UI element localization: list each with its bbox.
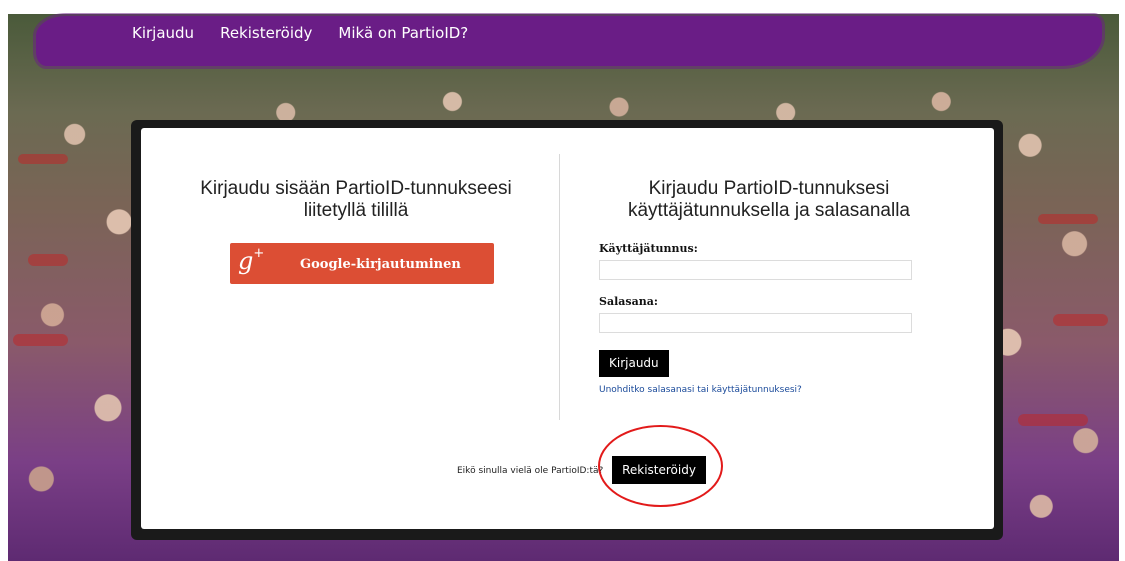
- nav-register-link[interactable]: Rekisteröidy: [220, 24, 312, 42]
- register-button[interactable]: Rekisteröidy: [612, 456, 706, 484]
- photo-detail: [1053, 314, 1108, 326]
- credentials-login-title: Kirjaudu PartioID-tunnuksesi käyttäjätun…: [599, 178, 939, 222]
- credentials-login-title-line2: käyttäjätunnuksella ja salasanalla: [627, 200, 910, 221]
- google-plus-icon: g+: [238, 246, 265, 275]
- login-card: Kirjaudu sisään PartioID-tunnukseesi lii…: [141, 128, 994, 529]
- username-label: Käyttäjätunnus:: [599, 242, 698, 255]
- photo-detail: [13, 334, 68, 346]
- google-login-label: Google-kirjautuminen: [300, 257, 461, 272]
- login-button[interactable]: Kirjaudu: [599, 350, 669, 377]
- nav-about-link[interactable]: Mikä on PartioID?: [338, 24, 468, 42]
- register-row: Eikö sinulla vielä ole PartioID:tä? Reki…: [141, 456, 994, 486]
- social-login-title-line2: liitetyllä tilillä: [303, 200, 409, 221]
- photo-detail: [1018, 414, 1088, 426]
- username-input[interactable]: [599, 260, 912, 280]
- photo-detail: [1038, 214, 1098, 224]
- column-divider: [559, 154, 560, 420]
- social-login-title-line1: Kirjaudu sisään PartioID-tunnukseesi: [200, 178, 512, 199]
- photo-detail: [18, 154, 68, 164]
- password-label: Salasana:: [599, 295, 658, 308]
- top-nav: Kirjaudu Rekisteröidy Mikä on PartioID?: [132, 24, 468, 42]
- password-input[interactable]: [599, 313, 912, 333]
- no-account-text: Eikö sinulla vielä ole PartioID:tä?: [457, 466, 604, 476]
- nav-login-link[interactable]: Kirjaudu: [132, 24, 194, 42]
- forgot-credentials-link[interactable]: Unohditko salasanasi tai käyttäjätunnuks…: [599, 385, 939, 395]
- photo-detail: [28, 254, 68, 266]
- social-login-title: Kirjaudu sisään PartioID-tunnukseesi lii…: [171, 178, 541, 222]
- google-login-button[interactable]: g+ Google-kirjautuminen: [230, 243, 494, 284]
- credentials-login-title-line1: Kirjaudu PartioID-tunnuksesi: [648, 178, 890, 199]
- credentials-login-section: Kirjaudu PartioID-tunnuksesi käyttäjätun…: [599, 178, 939, 395]
- social-login-section: Kirjaudu sisään PartioID-tunnukseesi lii…: [171, 178, 541, 284]
